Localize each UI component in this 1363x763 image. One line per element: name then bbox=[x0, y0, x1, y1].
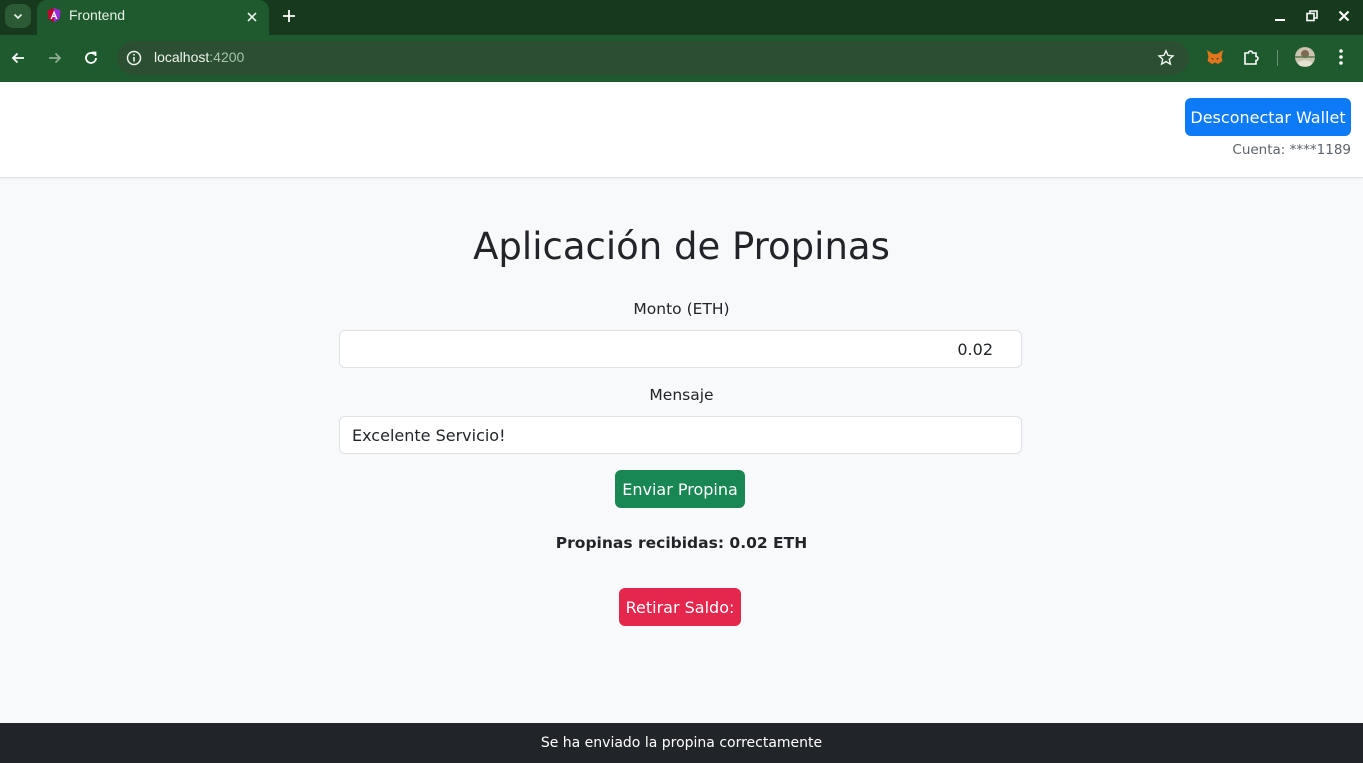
extensions-puzzle-icon[interactable] bbox=[1239, 45, 1263, 69]
browser-toolbar: localhost:4200 bbox=[0, 35, 1363, 82]
close-window-icon[interactable] bbox=[1334, 6, 1354, 26]
minimize-icon[interactable] bbox=[1270, 6, 1290, 26]
tab-title: Frontend bbox=[69, 7, 126, 23]
forward-arrow-icon[interactable] bbox=[44, 47, 66, 69]
back-arrow-icon[interactable] bbox=[7, 47, 29, 69]
browser-menu-icon[interactable] bbox=[1329, 45, 1353, 69]
status-footer: Se ha enviado la propina correctamente bbox=[0, 723, 1363, 763]
amount-label: Monto (ETH) bbox=[633, 300, 730, 318]
reload-icon[interactable] bbox=[80, 47, 102, 69]
profile-avatar[interactable] bbox=[1293, 45, 1317, 69]
toolbar-separator bbox=[1277, 50, 1278, 66]
tips-received-text: Propinas recibidas: 0.02 ETH bbox=[555, 534, 808, 552]
address-bar[interactable]: localhost:4200 bbox=[117, 41, 1189, 75]
message-value: Excelente Servicio! bbox=[352, 425, 506, 445]
tab-close-icon[interactable] bbox=[243, 8, 261, 26]
site-info-icon[interactable] bbox=[126, 50, 142, 66]
amount-value: 0.02 bbox=[957, 339, 993, 359]
chevron-down-icon bbox=[13, 13, 23, 20]
new-tab-icon[interactable] bbox=[278, 5, 300, 27]
disconnect-wallet-button[interactable]: Desconectar Wallet bbox=[1185, 98, 1351, 136]
bookmark-star-icon[interactable] bbox=[1157, 49, 1175, 67]
browser-tabstrip: Frontend bbox=[0, 0, 1363, 35]
page-title: Aplicación de Propinas bbox=[473, 225, 890, 268]
angular-favicon-icon bbox=[47, 8, 61, 22]
status-message: Se ha enviado la propina correctamente bbox=[540, 735, 823, 751]
url-text: localhost:4200 bbox=[154, 49, 245, 65]
account-label: Cuenta: ****1189 bbox=[1232, 142, 1351, 158]
message-input[interactable]: Excelente Servicio! bbox=[339, 416, 1022, 454]
send-tip-button[interactable]: Enviar Propina bbox=[615, 470, 745, 508]
metamask-extension-icon[interactable] bbox=[1203, 45, 1227, 69]
browser-tab[interactable]: Frontend bbox=[37, 0, 269, 35]
message-label: Mensaje bbox=[649, 386, 714, 404]
withdraw-balance-button[interactable]: Retirar Saldo: bbox=[619, 588, 741, 626]
app-navbar: Desconectar Wallet Cuenta: ****1189 bbox=[0, 82, 1363, 178]
restore-icon[interactable] bbox=[1302, 6, 1322, 26]
tab-search-button[interactable] bbox=[5, 4, 31, 28]
amount-input[interactable]: 0.02 bbox=[339, 330, 1022, 368]
